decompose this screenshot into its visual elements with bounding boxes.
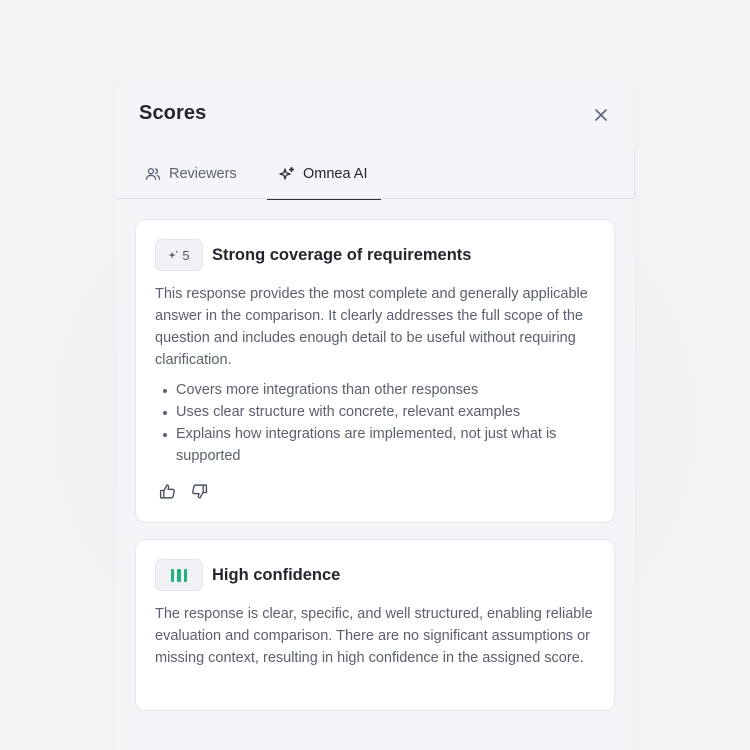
confidence-card-description: The response is clear, specific, and wel… — [155, 606, 593, 666]
score-card-description: This response provides the most complete… — [155, 286, 588, 368]
panel-header: Scores — [116, 79, 635, 149]
tab-reviewers-label: Reviewers — [169, 166, 237, 182]
list-item: Explains how integrations are implemente… — [155, 423, 600, 467]
sparkles-icon — [279, 166, 295, 180]
thumbs-down-button[interactable] — [190, 482, 208, 500]
tab-reviewers[interactable]: Reviewers — [145, 149, 237, 199]
scores-panel: Scores Reviewers Omnea AI 5 Strong cover… — [116, 79, 635, 750]
tab-bar: Reviewers Omnea AI — [116, 149, 635, 200]
confidence-bar — [177, 568, 181, 582]
confidence-bar — [183, 568, 188, 582]
confidence-bars-icon — [170, 568, 188, 582]
confidence-badge — [155, 559, 203, 591]
thumbs-up-icon — [159, 483, 175, 499]
sparkle-icon — [168, 249, 179, 259]
score-card: 5 Strong coverage of requirements This r… — [135, 219, 615, 523]
panel-title: Scores — [139, 102, 207, 124]
feedback-buttons — [158, 482, 208, 500]
confidence-card-title: High confidence — [212, 565, 341, 584]
score-reasons-list: Covers more integrations than other resp… — [155, 379, 600, 467]
score-badge: 5 — [155, 239, 203, 271]
close-icon — [595, 109, 607, 121]
thumbs-up-button[interactable] — [158, 482, 176, 500]
confidence-bar — [170, 568, 175, 582]
list-item: Uses clear structure with concrete, rele… — [155, 401, 600, 423]
score-card-header: 5 Strong coverage of requirements — [155, 239, 471, 271]
list-item: Covers more integrations than other resp… — [155, 379, 600, 401]
thumbs-down-icon — [191, 483, 207, 499]
confidence-card-header: High confidence — [155, 559, 340, 591]
users-icon — [145, 168, 161, 180]
score-card-title: Strong coverage of requirements — [212, 245, 472, 264]
tab-omnea-ai-label: Omnea AI — [303, 166, 368, 182]
close-button[interactable] — [590, 104, 612, 126]
confidence-card: High confidence The response is clear, s… — [135, 539, 615, 711]
score-value: 5 — [182, 247, 190, 263]
tab-omnea-ai[interactable]: Omnea AI — [267, 149, 381, 200]
